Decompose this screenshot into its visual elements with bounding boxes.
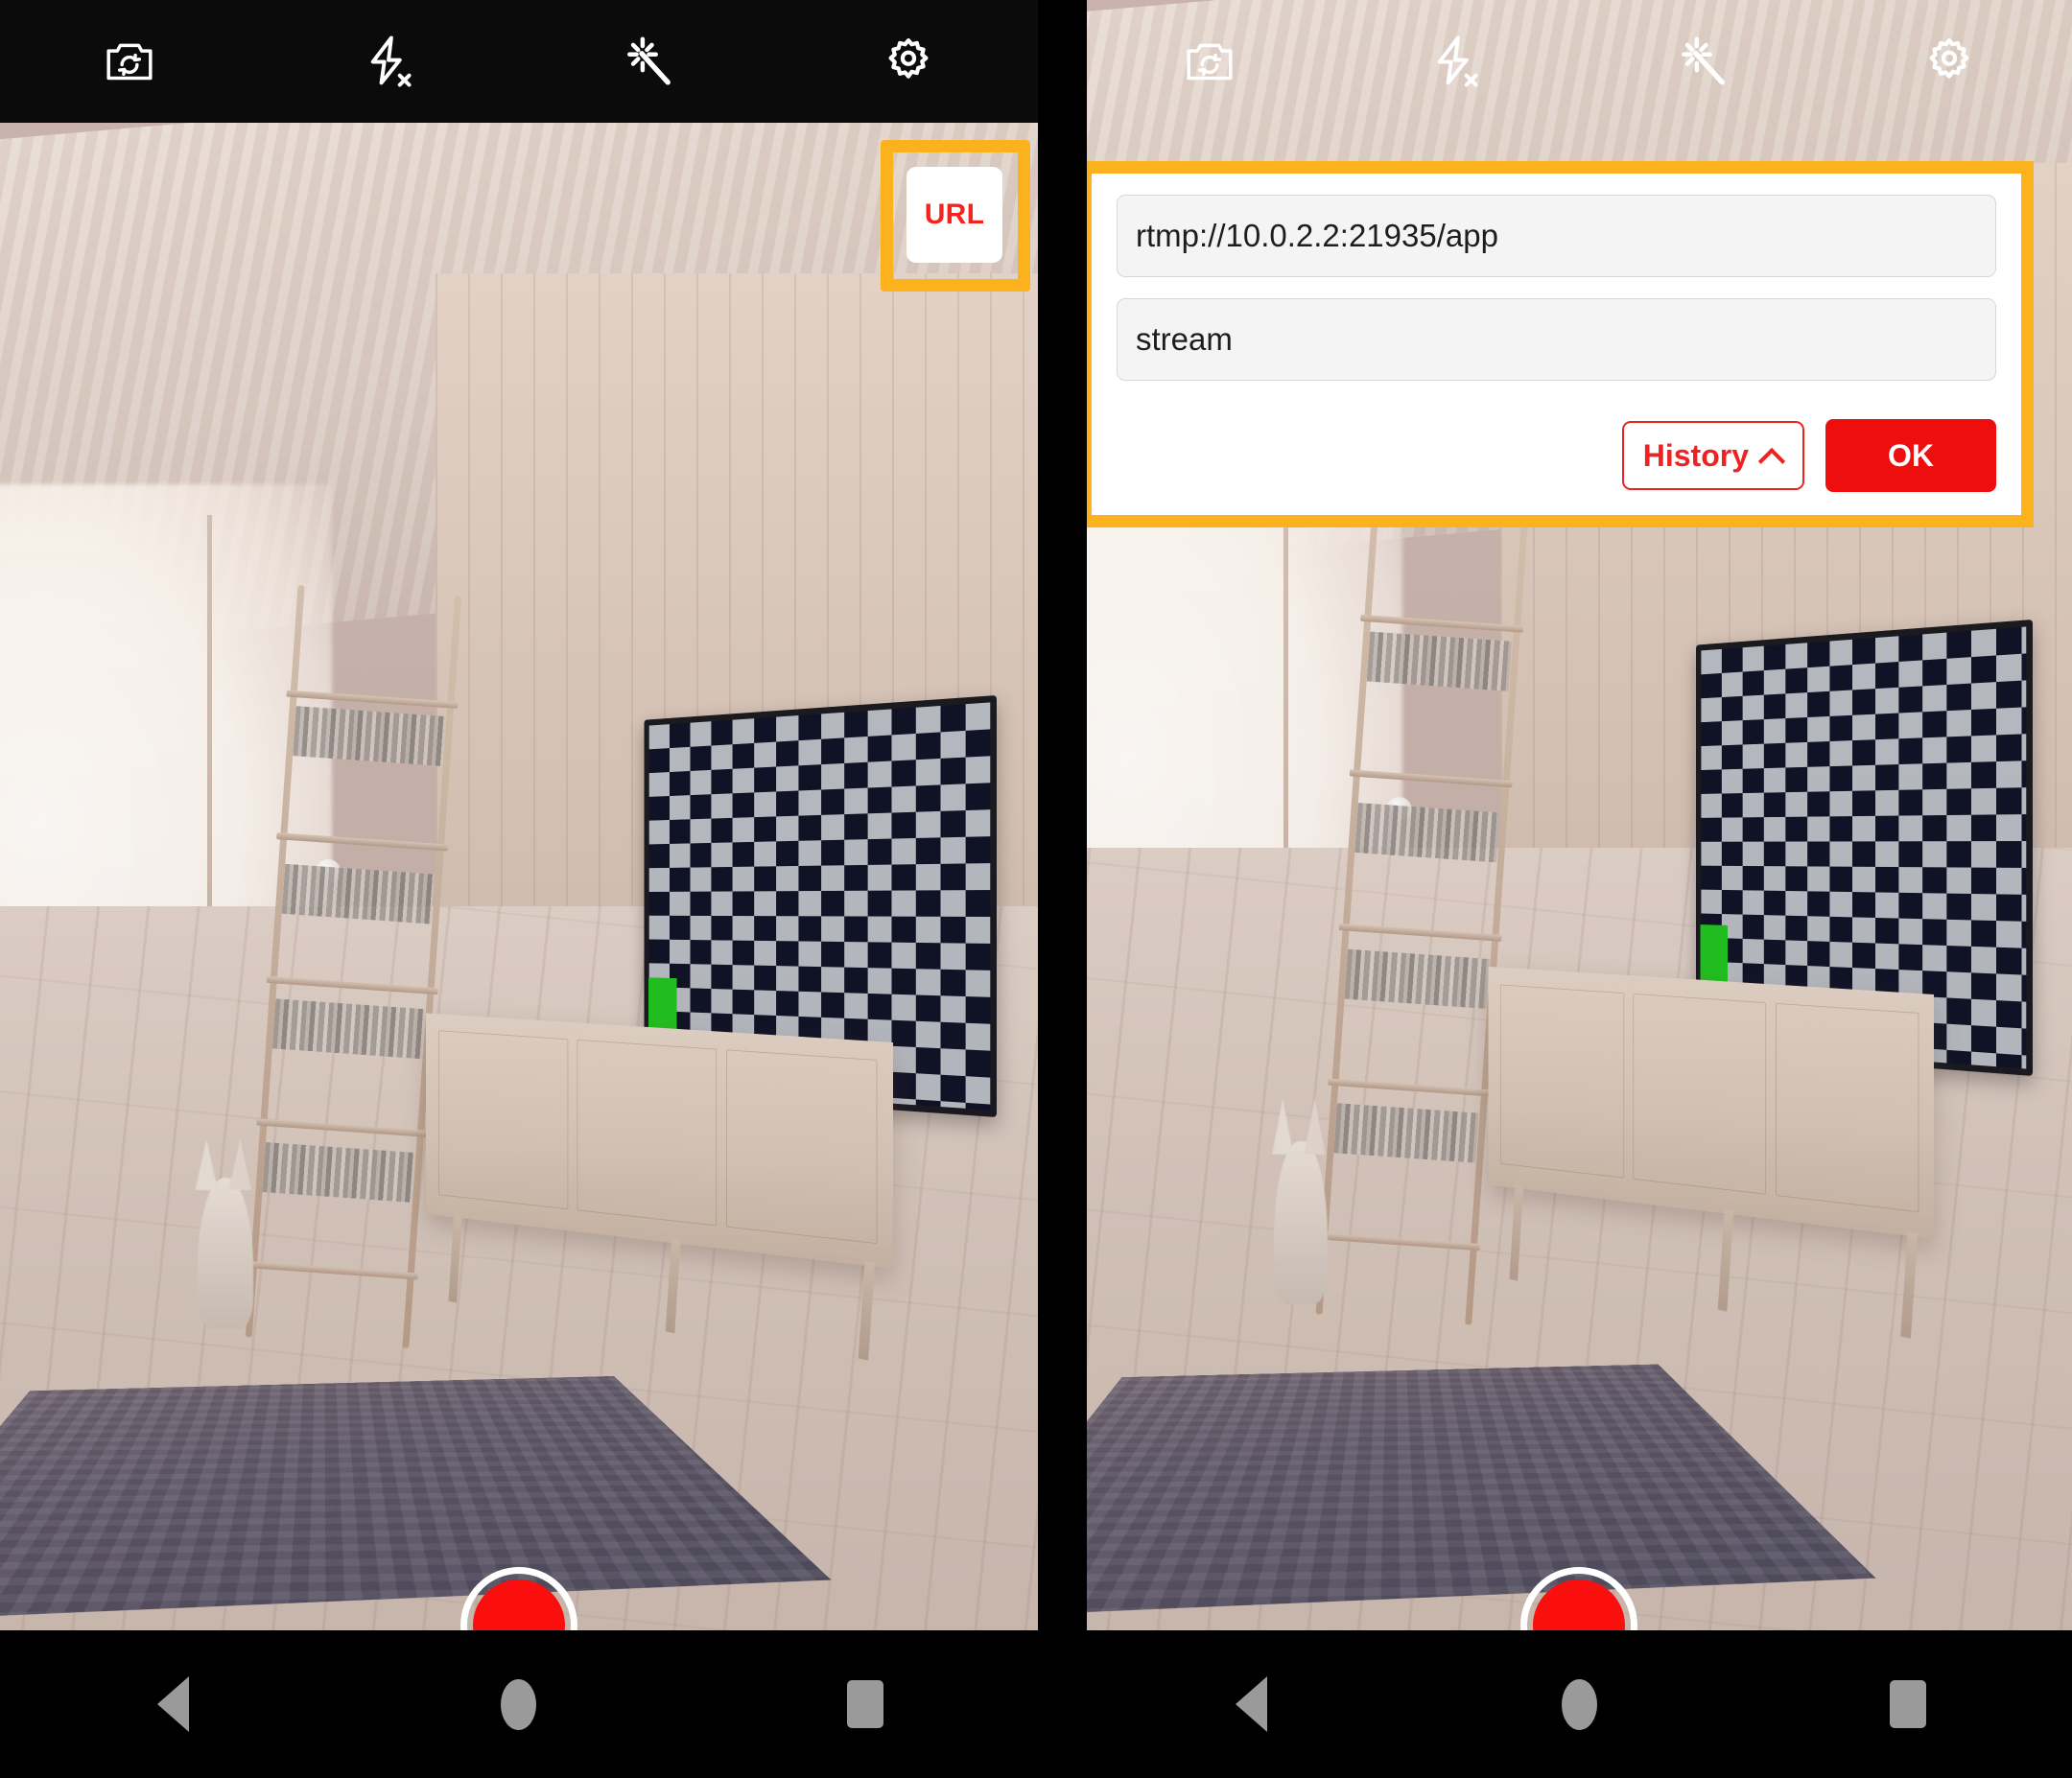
recents-square-icon [1890,1680,1926,1728]
switch-camera-button[interactable] [0,0,260,123]
scene-cat [1274,1141,1327,1304]
settings-button[interactable] [1825,0,2072,123]
url-dialog-highlight: rtmp://10.0.2.2:21935/app stream History… [1087,161,2034,527]
flash-off-icon [1431,35,1481,88]
gear-icon [1922,35,1976,88]
phone-screen-left: URL [0,0,1038,1778]
camera-preview-left[interactable] [0,123,1038,1630]
nav-recents-button[interactable] [793,1630,937,1778]
effects-button[interactable] [519,0,779,123]
gear-icon [882,35,935,88]
back-triangle-icon [157,1676,189,1732]
home-circle-icon [1562,1679,1597,1730]
stream-key-input[interactable]: stream [1117,298,1996,381]
camera-scene [0,123,1038,1630]
effects-button[interactable] [1580,0,1826,123]
flash-off-icon [365,35,414,88]
url-dialog: rtmp://10.0.2.2:21935/app stream History… [1092,174,2021,515]
android-navigation-bar [1087,1630,2072,1778]
recents-square-icon [847,1680,883,1728]
dialog-actions: History OK [1117,402,1996,496]
ok-button[interactable]: OK [1825,419,1996,492]
camera-switch-icon [1183,38,1236,84]
magic-wand-icon [1678,35,1728,87]
nav-recents-button[interactable] [1836,1630,1980,1778]
nav-home-button[interactable] [447,1630,591,1778]
settings-button[interactable] [779,0,1039,123]
android-navigation-bar [0,1630,1038,1778]
nav-back-button[interactable] [1179,1630,1323,1778]
magic-wand-icon [624,35,673,87]
nav-back-button[interactable] [101,1630,245,1778]
url-input[interactable]: rtmp://10.0.2.2:21935/app [1117,195,1996,277]
url-button-highlight: URL [881,140,1030,292]
flash-off-button[interactable] [260,0,520,123]
camera-toolbar-left [0,0,1038,123]
url-button[interactable]: URL [906,167,1002,263]
home-circle-icon [501,1679,536,1730]
history-button[interactable]: History [1622,421,1804,490]
back-triangle-icon [1236,1676,1267,1732]
camera-switch-icon [103,38,156,84]
flash-off-button[interactable] [1333,0,1580,123]
phone-screen-right: rtmp://10.0.2.2:21935/app stream History… [1087,0,2072,1778]
history-button-label: History [1643,438,1749,474]
switch-camera-button[interactable] [1087,0,1333,123]
nav-home-button[interactable] [1507,1630,1651,1778]
chevron-up-icon [1762,445,1783,466]
camera-toolbar-right [1087,0,2072,123]
screenshot-stage: URL rtmp://10.0.2.2:21935/app stream His… [0,0,2072,1778]
